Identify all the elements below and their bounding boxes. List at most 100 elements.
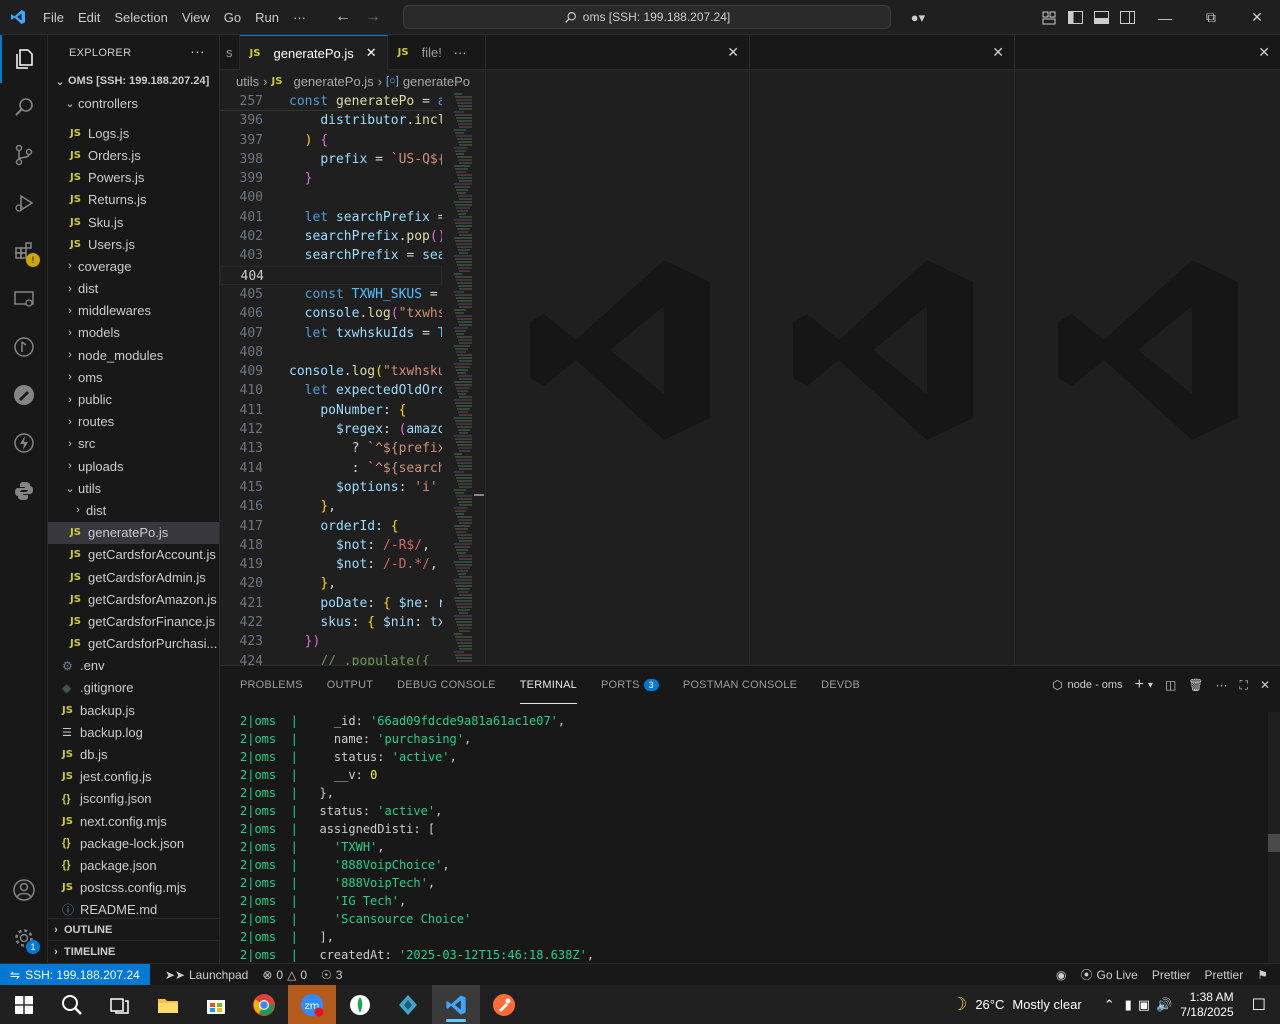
code-line[interactable]: 415 $options: 'i' xyxy=(220,478,442,497)
explorer-icon[interactable] xyxy=(0,35,48,83)
code-line[interactable]: 421 poDate: { $ne: r xyxy=(220,594,442,613)
tab-ports[interactable]: PORTS 3 xyxy=(601,666,659,704)
code-line[interactable]: 400 xyxy=(220,188,442,207)
code-line[interactable]: 399 } xyxy=(220,169,442,188)
windows-start-icon[interactable] xyxy=(0,985,48,1024)
file-item[interactable]: ☰ backup.log xyxy=(48,721,219,743)
trash-icon[interactable]: 🗑 xyxy=(1188,678,1203,692)
notifications-bell-icon[interactable]: ⚑ xyxy=(1250,968,1280,982)
database-app-icon[interactable] xyxy=(384,985,432,1024)
manage-gear-icon[interactable]: 1 xyxy=(0,914,48,962)
file-item[interactable]: JS getCardsforFinance.js xyxy=(48,610,219,632)
timeline-section[interactable]: › TIMELINE xyxy=(48,940,219,962)
prettier-item[interactable]: Prettier xyxy=(1145,968,1198,982)
customize-layout-icon[interactable] xyxy=(1036,0,1062,35)
breadcrumb-file[interactable]: generatePo.js xyxy=(293,74,373,89)
file-item[interactable]: ◆ .gitignore xyxy=(48,677,219,699)
menu-more[interactable]: ··· xyxy=(286,0,313,35)
terminal-scrollbar[interactable] xyxy=(1268,712,1280,964)
golive-item[interactable]: ⦿ Go Live xyxy=(1073,966,1144,983)
breadcrumb-folder[interactable]: utils xyxy=(236,74,259,89)
code-line[interactable]: 418 $not: /-R$/, xyxy=(220,536,442,555)
folder-item[interactable]: › public xyxy=(48,388,219,410)
battery-icon[interactable]: ▮ xyxy=(1125,997,1132,1013)
folder-item[interactable]: › dist xyxy=(48,499,219,521)
code-line[interactable]: 408 xyxy=(220,343,442,362)
folder-item[interactable]: ⌄ utils xyxy=(48,477,219,499)
code-line[interactable]: 423 }) xyxy=(220,632,442,651)
weather-text[interactable]: Mostly clear xyxy=(1012,997,1081,1012)
zoom-icon[interactable]: zm xyxy=(288,985,336,1024)
tab-devdb[interactable]: DEVDB xyxy=(821,666,860,704)
problems-indicator[interactable]: ⊗ 0 △ 0 xyxy=(255,968,314,982)
code-line[interactable]: 398 prefix = `US-Q${ xyxy=(220,150,442,169)
folder-item[interactable]: › coverage xyxy=(48,255,219,277)
code-line[interactable]: 401 let searchPrefix = xyxy=(220,208,442,227)
maximize-panel-icon[interactable]: ⛶ xyxy=(1240,678,1248,693)
menu-view[interactable]: View xyxy=(175,0,217,35)
vscode-taskbar-icon[interactable] xyxy=(432,985,480,1024)
accounts-icon[interactable] xyxy=(0,866,48,914)
menu-selection[interactable]: Selection xyxy=(107,0,174,35)
extensions-icon[interactable]: ! xyxy=(0,227,48,275)
restore-icon[interactable]: ⧉ xyxy=(1188,0,1234,35)
remote-indicator[interactable]: ⇋ SSH: 199.188.207.24 xyxy=(0,963,150,986)
copilot-icon[interactable]: ●▾ xyxy=(900,0,936,35)
source-control-icon[interactable] xyxy=(0,131,48,179)
code-line[interactable]: 416 }, xyxy=(220,497,442,516)
tab-generatepo[interactable]: JS generatePo.js ✕ xyxy=(239,35,388,70)
editor-scrollbar[interactable] xyxy=(472,92,485,665)
menu-go[interactable]: Go xyxy=(217,0,248,35)
menu-edit[interactable]: Edit xyxy=(71,0,107,35)
file-item[interactable]: JS backup.js xyxy=(48,699,219,721)
ms-store-icon[interactable] xyxy=(192,985,240,1024)
minimize-icon[interactable]: — xyxy=(1142,0,1188,35)
outline-section[interactable]: › OUTLINE xyxy=(48,918,219,940)
remote-explorer-icon[interactable] xyxy=(0,275,48,323)
file-item[interactable]: JS Orders.js xyxy=(48,144,219,166)
split-terminal-icon[interactable]: ◫ xyxy=(1165,678,1176,692)
task-view-icon[interactable] xyxy=(96,985,144,1024)
code-line[interactable]: 413 ? `^${prefix xyxy=(220,439,442,458)
close-group-icon[interactable]: ✕ xyxy=(1258,44,1270,61)
code-line[interactable]: 412 $regex: (amazo xyxy=(220,420,442,439)
postman-icon[interactable] xyxy=(0,371,48,419)
file-item[interactable]: JS Powers.js xyxy=(48,167,219,189)
folder-item[interactable]: › node_modules xyxy=(48,344,219,366)
tab-close-icon[interactable]: ✕ xyxy=(366,45,377,61)
code-line[interactable]: 410 let expectedOldOrc xyxy=(220,381,442,400)
weather-moon-icon[interactable]: ☽ xyxy=(951,994,967,1015)
toggle-secondary-sidebar-icon[interactable] xyxy=(1114,0,1140,35)
terminal-selector[interactable]: ⬡ node - oms xyxy=(1052,678,1123,692)
terminal-output[interactable]: 2|oms | _id: '66ad09fdcde9a81a61ac1e07',… xyxy=(220,712,1268,964)
chevron-down-icon[interactable]: ▾ xyxy=(1148,680,1153,691)
forward-arrow-icon[interactable]: → xyxy=(365,8,381,26)
code-line[interactable]: 397 ) { xyxy=(220,131,442,150)
code-line[interactable]: 406 console.log("txwhs xyxy=(220,304,442,323)
weather-temp[interactable]: 26°C xyxy=(975,997,1004,1012)
tab-output[interactable]: OUTPUT xyxy=(327,666,373,704)
folder-item[interactable]: ⌄ controllers xyxy=(48,92,219,114)
tab-partial[interactable]: s xyxy=(220,35,240,70)
file-item[interactable]: JS generatePo.js xyxy=(48,521,219,544)
folder-item[interactable]: › src xyxy=(48,433,219,455)
folder-item[interactable]: › dist xyxy=(48,278,219,300)
file-item[interactable]: JS next.config.mjs xyxy=(48,810,219,832)
code-line[interactable]: 424 // .populate({ xyxy=(220,652,442,665)
close-group-icon[interactable]: ✕ xyxy=(727,44,739,61)
minimap[interactable] xyxy=(442,92,472,665)
file-item[interactable]: JS getCardsforAccount.js xyxy=(48,544,219,566)
file-item[interactable]: JS getCardsforPurchasi... xyxy=(48,633,219,655)
file-item[interactable]: JS getCardsforAdmin.js xyxy=(48,566,219,588)
file-item[interactable]: ⚙ .env xyxy=(48,655,219,677)
thunder-client-icon[interactable] xyxy=(0,419,48,467)
sticky-scroll-line[interactable]: 257 const generatePo = a xyxy=(220,92,442,112)
folder-item[interactable]: › oms xyxy=(48,366,219,388)
folder-item[interactable]: › models xyxy=(48,322,219,344)
close-window-icon[interactable]: ✕ xyxy=(1234,0,1280,35)
close-panel-icon[interactable]: ✕ xyxy=(1260,678,1270,692)
command-center-search[interactable]: oms [SSH: 199.188.207.24] xyxy=(403,5,891,29)
run-debug-icon[interactable] xyxy=(0,179,48,227)
tab-debug-console[interactable]: DEBUG CONSOLE xyxy=(397,666,496,704)
code-line[interactable]: 409 console.log("txwhsku xyxy=(220,362,442,381)
